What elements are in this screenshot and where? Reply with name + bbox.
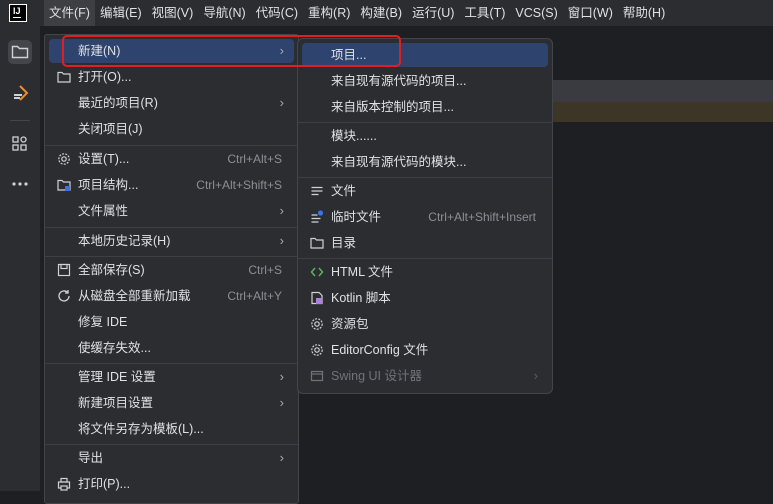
- save-icon: [57, 263, 71, 277]
- chevron-right-icon: ›: [279, 369, 284, 384]
- submenu-item-kotlin-script[interactable]: Kotlin 脚本: [302, 286, 548, 310]
- submenu-item-editorconfig[interactable]: EditorConfig 文件: [302, 338, 548, 362]
- more-icon[interactable]: [8, 172, 32, 196]
- gear-icon: [57, 152, 71, 166]
- menu-item-invalidate-caches[interactable]: 使缓存失效...: [49, 336, 294, 360]
- menu-item-save-all[interactable]: 全部保存(S) Ctrl+S: [49, 258, 294, 282]
- editor-warning-band: [552, 102, 773, 122]
- project-structure-icon: [57, 178, 71, 192]
- menu-item-close-project[interactable]: 关闭项目(J): [49, 117, 294, 141]
- menu-item-settings[interactable]: 设置(T)... Ctrl+Alt+S: [49, 147, 294, 171]
- menu-code[interactable]: 代码(C): [251, 0, 303, 26]
- highlight-annotation: [62, 35, 401, 67]
- menu-help[interactable]: 帮助(H): [618, 0, 670, 26]
- menu-tools[interactable]: 工具(T): [459, 0, 510, 26]
- menu-item-new-project-settings[interactable]: 新建项目设置 ›: [49, 391, 294, 415]
- menu-build[interactable]: 构建(B): [355, 0, 407, 26]
- menu-edit[interactable]: 编辑(E): [95, 0, 147, 26]
- submenu-item-project-from-sources[interactable]: 来自现有源代码的项目...: [302, 69, 548, 93]
- submenu-item-html-file[interactable]: HTML 文件: [302, 260, 548, 284]
- menu-item-save-as-template[interactable]: 将文件另存为模板(L)...: [49, 417, 294, 441]
- gear-icon: [310, 343, 324, 357]
- menu-separator: [45, 444, 298, 445]
- tool-window-strip: [0, 26, 41, 491]
- intellij-logo-icon[interactable]: IJ: [9, 4, 27, 22]
- new-submenu: 项目... 来自现有源代码的项目... 来自版本控制的项目... 模块.....…: [297, 38, 553, 394]
- chevron-right-icon: ›: [279, 395, 284, 410]
- menu-item-open[interactable]: 打开(O)...: [49, 65, 294, 89]
- menu-bar: IJ 文件(F) 编辑(E) 视图(V) 导航(N) 代码(C) 重构(R) 构…: [0, 0, 773, 26]
- gear-icon: [310, 317, 324, 331]
- project-folder-icon[interactable]: [8, 40, 32, 64]
- menu-item-print[interactable]: 打印(P)...: [49, 472, 294, 496]
- menu-vcs[interactable]: VCS(S): [510, 0, 562, 26]
- menu-separator: [298, 177, 552, 178]
- menu-file[interactable]: 文件(F): [44, 0, 95, 26]
- submenu-item-file[interactable]: 文件: [302, 179, 548, 203]
- menu-item-reload-all[interactable]: 从磁盘全部重新加载 Ctrl+Alt+Y: [49, 284, 294, 308]
- submenu-item-module[interactable]: 模块......: [302, 124, 548, 148]
- menu-run[interactable]: 运行(U): [407, 0, 459, 26]
- text-file-icon: [310, 184, 324, 198]
- menu-item-manage-ide-settings[interactable]: 管理 IDE 设置 ›: [49, 365, 294, 389]
- kotlin-script-icon: [310, 291, 324, 305]
- chevron-right-icon: ›: [533, 368, 538, 383]
- scratch-file-icon: [310, 210, 324, 224]
- window-icon: [310, 369, 324, 383]
- file-menu: 新建(N) › 打开(O)... 最近的项目(R) › 关闭项目(J) 设置(T).…: [44, 34, 299, 504]
- menu-separator: [45, 145, 298, 146]
- menu-view[interactable]: 视图(V): [147, 0, 199, 26]
- folder-icon: [57, 70, 71, 84]
- menu-item-project-structure[interactable]: 项目结构... Ctrl+Alt+Shift+S: [49, 173, 294, 197]
- menu-item-file-properties[interactable]: 文件属性 ›: [49, 199, 294, 223]
- chevron-right-icon: ›: [279, 95, 284, 110]
- menu-separator: [45, 256, 298, 257]
- submenu-item-resource-bundle[interactable]: 资源包: [302, 312, 548, 336]
- menu-separator: [298, 122, 552, 123]
- chevron-right-icon: ›: [279, 233, 284, 248]
- refresh-icon: [57, 289, 71, 303]
- menu-separator: [298, 258, 552, 259]
- print-icon: [57, 477, 71, 491]
- menu-item-local-history[interactable]: 本地历史记录(H) ›: [49, 229, 294, 253]
- menu-refactor[interactable]: 重构(R): [303, 0, 355, 26]
- menu-item-repair-ide[interactable]: 修复 IDE: [49, 310, 294, 334]
- menu-window[interactable]: 窗口(W): [563, 0, 618, 26]
- menu-navigate[interactable]: 导航(N): [198, 0, 250, 26]
- submenu-item-directory[interactable]: 目录: [302, 231, 548, 255]
- submenu-item-project-from-vcs[interactable]: 来自版本控制的项目...: [302, 95, 548, 119]
- submenu-item-scratch-file[interactable]: 临时文件 Ctrl+Alt+Shift+Insert: [302, 205, 548, 229]
- menu-item-export[interactable]: 导出 ›: [49, 446, 294, 470]
- submenu-item-module-from-sources[interactable]: 来自现有源代码的模块...: [302, 150, 548, 174]
- folder-icon: [310, 236, 324, 250]
- editor-line-highlight: [552, 80, 773, 102]
- chevron-right-icon: ›: [279, 203, 284, 218]
- html-icon: [310, 265, 324, 279]
- menu-separator: [45, 363, 298, 364]
- chevron-right-icon: ›: [279, 450, 284, 465]
- menu-item-recent-projects[interactable]: 最近的项目(R) ›: [49, 91, 294, 115]
- submenu-item-swing-ui-designer[interactable]: Swing UI 设计器 ›: [302, 364, 548, 388]
- learn-icon[interactable]: [8, 81, 32, 105]
- menu-separator: [45, 227, 298, 228]
- structure-icon[interactable]: [8, 132, 32, 156]
